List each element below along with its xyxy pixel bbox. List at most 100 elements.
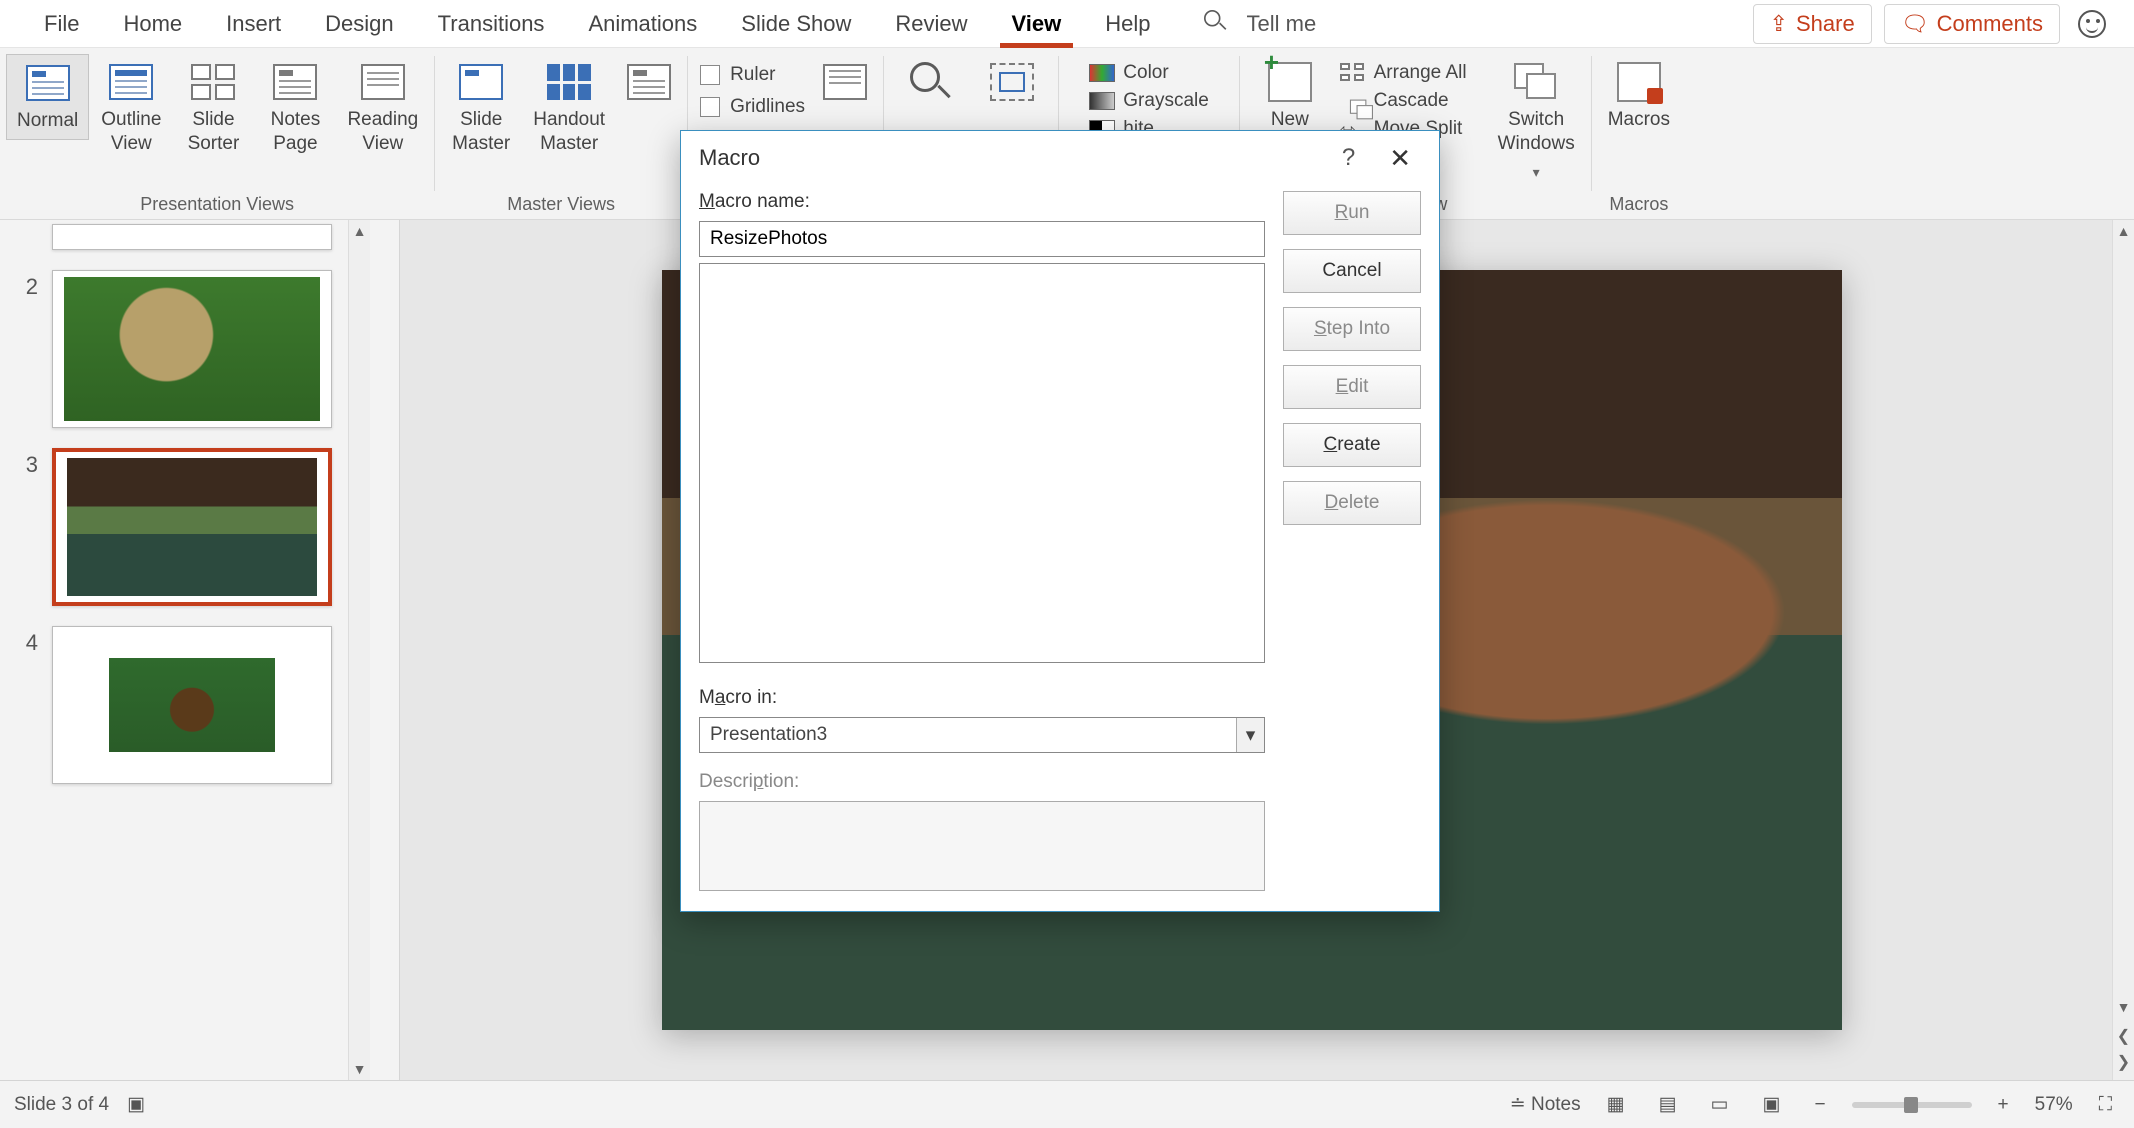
btn-normal-view[interactable]: Normal (6, 54, 89, 140)
btn-notes-master[interactable] (617, 54, 681, 110)
reading-view-icon[interactable]: ▭ (1703, 1089, 1737, 1120)
tab-transitions[interactable]: Transitions (416, 1, 567, 47)
macro-list[interactable] (699, 263, 1265, 663)
step-into-button[interactable]: Step IntoStep Into (1283, 307, 1421, 351)
thumb-row-3[interactable]: 3 (0, 438, 348, 616)
run-button[interactable]: RunRun (1283, 191, 1421, 235)
slide-image (109, 658, 276, 752)
btn-arrange-all[interactable]: Arrange All (1336, 60, 1486, 86)
next-slide-icon[interactable]: ❯ (2117, 1052, 2130, 1072)
tab-review[interactable]: Review (873, 1, 989, 47)
group-label-master-views: Master Views (507, 190, 615, 217)
group-macros: Macros Macros (1592, 48, 1686, 219)
comments-label: Comments (1937, 11, 2043, 37)
scroll-up-icon[interactable]: ▲ (349, 220, 370, 242)
tab-bar: File Home Insert Design Transitions Anim… (0, 0, 2134, 48)
btn-switch-windows[interactable]: Switch Windows ▾ (1488, 54, 1585, 190)
gridlines-label: Gridlines (730, 96, 805, 118)
macro-name-label: MMacro name:acro name: (699, 191, 1265, 215)
tell-me-label: Tell me (1247, 11, 1317, 37)
dialog-close-button[interactable]: ✕ (1379, 143, 1421, 174)
btn-cascade[interactable]: Cascade (1336, 88, 1486, 114)
cancel-button[interactable]: Cancel (1283, 249, 1421, 293)
grayscale-label: Grayscale (1123, 90, 1209, 112)
macro-in-select[interactable]: Presentation3 ▾ (699, 717, 1265, 753)
dialog-help-button[interactable]: ? (1318, 144, 1379, 172)
prev-slide-icon[interactable]: ❮ (2117, 1026, 2130, 1046)
thumbs-scrollbar[interactable]: ▲ ▼ (348, 220, 370, 1080)
btn-reading-view[interactable]: Reading View (337, 54, 428, 162)
grayscale-swatch-icon (1089, 92, 1115, 110)
tab-home[interactable]: Home (101, 1, 204, 47)
share-icon: ⇪ (1770, 11, 1788, 37)
btn-fit-window[interactable] (972, 54, 1052, 110)
thumb-slide-3[interactable] (52, 448, 332, 606)
description-box (699, 801, 1265, 891)
accessibility-icon[interactable]: ▣ (127, 1093, 145, 1116)
btn-zoom[interactable] (890, 54, 970, 110)
tab-design[interactable]: Design (303, 1, 415, 47)
fit-to-window-icon[interactable]: ⛶ (2091, 1090, 2120, 1120)
btn-color[interactable]: Color (1085, 60, 1213, 86)
thumb-slide-2[interactable] (52, 270, 332, 428)
slide-indicator: Slide 3 of 4 (14, 1094, 109, 1116)
group-master-views: Slide Master Handout Master Master Views (435, 48, 687, 219)
scroll-up-icon[interactable]: ▲ (2113, 220, 2134, 242)
feedback-icon[interactable] (2078, 10, 2106, 38)
btn-macros[interactable]: Macros (1598, 54, 1680, 138)
macro-name-input[interactable] (699, 221, 1265, 257)
tell-me-search[interactable]: Tell me (1173, 0, 1337, 49)
tab-file[interactable]: File (22, 1, 101, 47)
btn-notes-page[interactable]: Notes Page (255, 54, 335, 162)
edit-button[interactable]: EditEdit (1283, 365, 1421, 409)
cascade-icon (1340, 91, 1366, 111)
color-swatch-icon (1089, 64, 1115, 82)
switch-windows-label: Switch Windows (1498, 108, 1575, 156)
thumb-slide-4[interactable] (52, 626, 332, 784)
tab-animations[interactable]: Animations (566, 1, 719, 47)
chk-ruler[interactable]: Ruler (694, 60, 811, 90)
btn-outline-view[interactable]: Outline View (91, 54, 171, 162)
sorter-label: Slide Sorter (188, 108, 240, 156)
dialog-titlebar[interactable]: Macro ? ✕ (681, 131, 1439, 185)
sorter-view-icon[interactable]: ▤ (1651, 1089, 1685, 1120)
editor-scrollbar[interactable]: ▲ ▼ ❮ ❯ (2112, 220, 2134, 1080)
btn-slide-sorter[interactable]: Slide Sorter (173, 54, 253, 162)
vertical-ruler (370, 220, 400, 1080)
thumb-row-4[interactable]: 4 (0, 616, 348, 794)
share-button[interactable]: ⇪ Share (1753, 4, 1872, 44)
tab-view[interactable]: View (990, 1, 1084, 47)
cascade-label: Cascade (1374, 90, 1449, 112)
zoom-in-button[interactable]: + (1990, 1090, 2017, 1120)
thumbnails-list: 2 3 4 (0, 220, 348, 1080)
thumb-row-1[interactable] (0, 224, 348, 260)
slideshow-view-icon[interactable]: ▣ (1754, 1089, 1788, 1120)
tab-help[interactable]: Help (1083, 1, 1172, 47)
thumb-row-2[interactable]: 2 (0, 260, 348, 438)
notes-button[interactable]: ≐ Notes (1510, 1093, 1581, 1116)
comment-icon: 🗨 (1901, 11, 1929, 37)
comments-button[interactable]: 🗨 Comments (1884, 4, 2060, 44)
tab-insert[interactable]: Insert (204, 1, 303, 47)
outline-label: Outline View (101, 108, 161, 156)
search-icon (1193, 0, 1237, 49)
delete-button[interactable]: DeleteDelete (1283, 481, 1421, 525)
normal-view-icon[interactable]: ▦ (1599, 1089, 1633, 1120)
scroll-down-icon[interactable]: ▼ (349, 1058, 370, 1080)
normal-label: Normal (17, 109, 78, 133)
btn-grayscale[interactable]: Grayscale (1085, 88, 1213, 114)
btn-slide-master[interactable]: Slide Master (441, 54, 521, 162)
create-button[interactable]: CreateCreate (1283, 423, 1421, 467)
slide-master-label: Slide Master (452, 108, 510, 156)
btn-notes[interactable] (813, 54, 877, 110)
zoom-slider[interactable] (1852, 1102, 1972, 1108)
chk-gridlines[interactable]: Gridlines (694, 92, 811, 122)
group-label-macros: Macros (1609, 190, 1668, 217)
reading-label: Reading View (347, 108, 418, 156)
zoom-value[interactable]: 57% (2035, 1094, 2073, 1116)
zoom-slider-knob[interactable] (1904, 1097, 1918, 1113)
btn-handout-master[interactable]: Handout Master (523, 54, 615, 162)
tab-slideshow[interactable]: Slide Show (719, 1, 873, 47)
zoom-out-button[interactable]: − (1806, 1090, 1833, 1120)
scroll-down-icon[interactable]: ▼ (2113, 996, 2134, 1018)
